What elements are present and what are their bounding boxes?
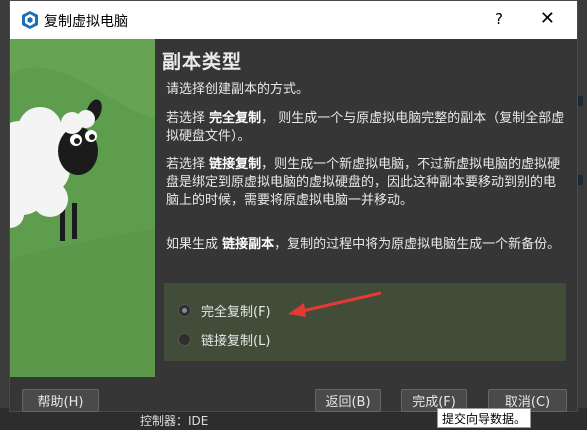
annotation-arrow-icon xyxy=(288,291,382,317)
linked-clone-description: 若选择 链接复制，则生成一个新虚拟电脑，不过新虚拟电脑的虚拟硬盘是绑定到原虚拟电… xyxy=(166,157,561,208)
clone-vm-dialog: 复制虚拟电脑 ? ✕ 副本类型 请选择创建副本的方式。 若选择 完全复制， 则生… xyxy=(9,0,578,412)
finish-tooltip: 提交向导数据。 xyxy=(437,408,532,428)
dialog-titlebar: 复制虚拟电脑 ? ✕ xyxy=(10,1,577,39)
linked-clone-option[interactable]: 链接复制(L) xyxy=(178,330,270,349)
back-button[interactable]: 返回(B) xyxy=(315,389,381,412)
intro-text: 请选择创建副本的方式。 xyxy=(166,82,310,97)
linked-clone-label: 链接复制(L) xyxy=(201,334,271,349)
page-title: 副本类型 xyxy=(162,51,243,73)
snapshot-description: 如果生成 链接副本，复制的过程中将为原虚拟电脑生成一个新备份。 xyxy=(166,237,561,252)
linked-clone-radio[interactable] xyxy=(178,333,191,346)
full-clone-radio[interactable] xyxy=(178,304,191,317)
help-icon[interactable]: ? xyxy=(495,10,503,28)
background-controller-label: 控制器：IDE xyxy=(140,414,209,428)
close-icon[interactable]: ✕ xyxy=(540,8,555,29)
full-clone-description: 若选择 完全复制， 则生成一个与原虚拟电脑完整的副本（复制全部虚拟硬盘文件）。 xyxy=(166,111,565,144)
full-clone-option[interactable]: 完全复制(F) xyxy=(178,301,271,320)
dialog-title: 复制虚拟电脑 xyxy=(44,14,128,30)
full-clone-label: 完全复制(F) xyxy=(201,305,271,320)
virtualbox-icon xyxy=(22,11,38,29)
clone-type-group: 完全复制(F) 链接复制(L) xyxy=(164,283,566,361)
wizard-content: 副本类型 请选择创建副本的方式。 若选择 完全复制， 则生成一个与原虚拟电脑完整… xyxy=(162,39,570,377)
help-button[interactable]: 帮助(H) xyxy=(22,389,99,412)
wizard-sheep-image xyxy=(10,39,155,377)
